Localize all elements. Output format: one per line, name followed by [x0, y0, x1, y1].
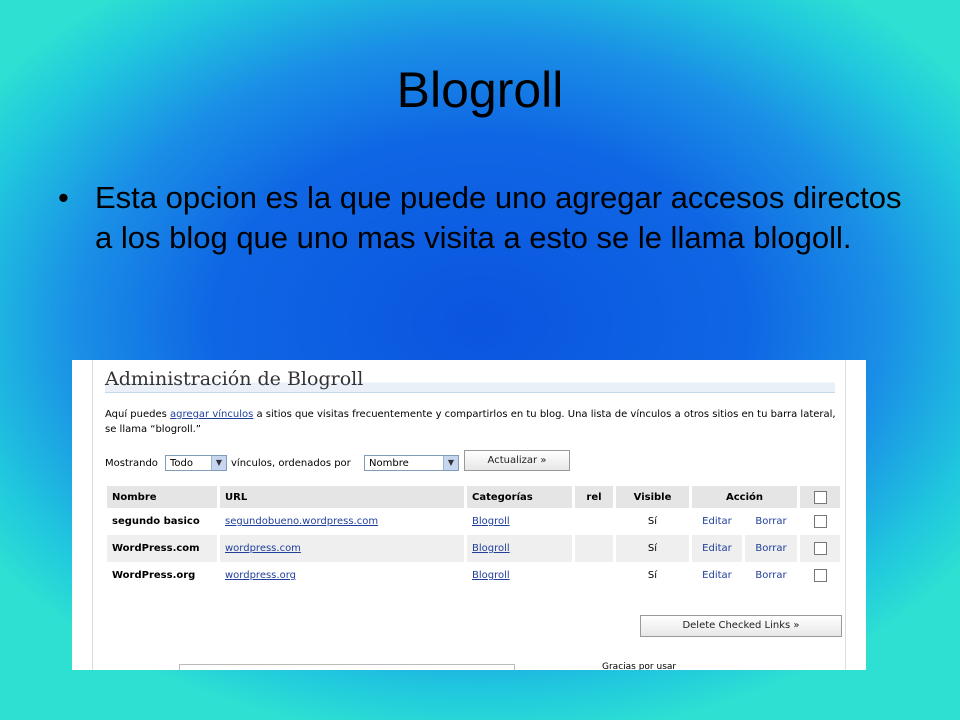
- delete-link-button[interactable]: Borrar: [755, 543, 786, 554]
- row-checkbox[interactable]: [813, 542, 827, 555]
- link-category-cell: Blogroll: [465, 508, 575, 535]
- order-select[interactable]: Nombre ▼: [364, 455, 459, 471]
- blogroll-admin-screenshot: Administración de Blogroll Aquí puedes a…: [72, 360, 866, 670]
- order-select-value: Nombre: [369, 458, 409, 469]
- slide-title: Blogroll: [396, 62, 564, 118]
- bullet-point: • Esta opcion es la que puede uno agrega…: [58, 178, 908, 258]
- edit-link: Editar: [690, 535, 745, 562]
- link-url-cell: wordpress.org: [218, 562, 467, 589]
- table-row: WordPress.com wordpress.com Blogroll Sí …: [107, 535, 843, 562]
- table-row: WordPress.org wordpress.org Blogroll Sí …: [107, 562, 843, 589]
- link-name: WordPress.com: [107, 535, 220, 562]
- column-visible: Visible: [614, 486, 692, 508]
- link-url-cell: wordpress.com: [218, 535, 467, 562]
- edit-link-button[interactable]: Editar: [702, 516, 732, 527]
- show-select[interactable]: Todo ▼: [165, 455, 227, 471]
- chevron-down-icon: ▼: [211, 456, 226, 470]
- filter-controls: Mostrando Todo ▼ vínculos, ordenados por…: [105, 450, 845, 476]
- column-categories: Categorías: [465, 486, 575, 508]
- column-url: URL: [218, 486, 467, 508]
- column-select-all: [798, 486, 843, 508]
- row-checkbox-cell: [798, 508, 843, 535]
- row-checkbox-cell: [798, 562, 843, 589]
- show-select-value: Todo: [170, 458, 193, 469]
- row-checkbox-cell: [798, 535, 843, 562]
- table-row: segundo basico segundobueno.wordpress.co…: [107, 508, 843, 535]
- link-visible: Sí: [614, 508, 692, 535]
- select-all-checkbox[interactable]: [813, 490, 827, 504]
- link-url-cell: segundobueno.wordpress.com: [218, 508, 467, 535]
- links-ordered-label: vínculos, ordenados por: [231, 458, 351, 469]
- link-visible: Sí: [614, 535, 692, 562]
- admin-heading: Administración de Blogroll: [105, 368, 835, 393]
- edit-link-button[interactable]: Editar: [702, 543, 732, 554]
- footer-text: Gracias por usar: [602, 662, 677, 670]
- delete-link-button[interactable]: Borrar: [755, 570, 786, 581]
- row-checkbox[interactable]: [813, 569, 827, 582]
- link-category-cell: Blogroll: [465, 535, 575, 562]
- intro-text: Aquí puedes agregar vínculos a sitios qu…: [105, 407, 840, 437]
- link-url[interactable]: wordpress.com: [225, 543, 301, 554]
- links-table: Nombre URL Categorías rel Visible Acción…: [107, 486, 843, 589]
- link-rel: [573, 508, 616, 535]
- delete-link-button[interactable]: Borrar: [755, 516, 786, 527]
- edit-link: Editar: [690, 562, 745, 589]
- table-header: Nombre URL Categorías rel Visible Acción: [107, 486, 843, 508]
- delete-link: Borrar: [743, 562, 801, 589]
- link-category[interactable]: Blogroll: [472, 516, 510, 527]
- link-visible: Sí: [614, 562, 692, 589]
- delete-link: Borrar: [743, 508, 801, 535]
- link-category[interactable]: Blogroll: [472, 543, 510, 554]
- delete-link: Borrar: [743, 535, 801, 562]
- admin-panel: Administración de Blogroll Aquí puedes a…: [92, 360, 846, 670]
- chevron-down-icon: ▼: [443, 456, 458, 470]
- showing-label: Mostrando: [105, 458, 158, 469]
- link-url[interactable]: segundobueno.wordpress.com: [225, 516, 378, 527]
- link-url[interactable]: wordpress.org: [225, 570, 296, 581]
- link-category[interactable]: Blogroll: [472, 570, 510, 581]
- edit-link-button[interactable]: Editar: [702, 570, 732, 581]
- link-category-cell: Blogroll: [465, 562, 575, 589]
- link-name: segundo basico: [107, 508, 220, 535]
- bullet-text: Esta opcion es la que puede uno agregar …: [95, 180, 902, 255]
- column-action: Acción: [690, 486, 800, 508]
- delete-checked-links-button[interactable]: Delete Checked Links »: [640, 615, 842, 637]
- link-rel: [573, 562, 616, 589]
- bullet-marker: •: [58, 180, 69, 215]
- link-name: WordPress.org: [107, 562, 220, 589]
- footer-box: [179, 664, 515, 670]
- update-button[interactable]: Actualizar »: [464, 450, 570, 471]
- row-checkbox[interactable]: [813, 515, 827, 528]
- add-links-link[interactable]: agregar vínculos: [170, 409, 253, 420]
- edit-link: Editar: [690, 508, 745, 535]
- intro-text-start: Aquí puedes: [105, 409, 171, 420]
- column-name: Nombre: [107, 486, 220, 508]
- column-rel: rel: [573, 486, 616, 508]
- link-rel: [573, 535, 616, 562]
